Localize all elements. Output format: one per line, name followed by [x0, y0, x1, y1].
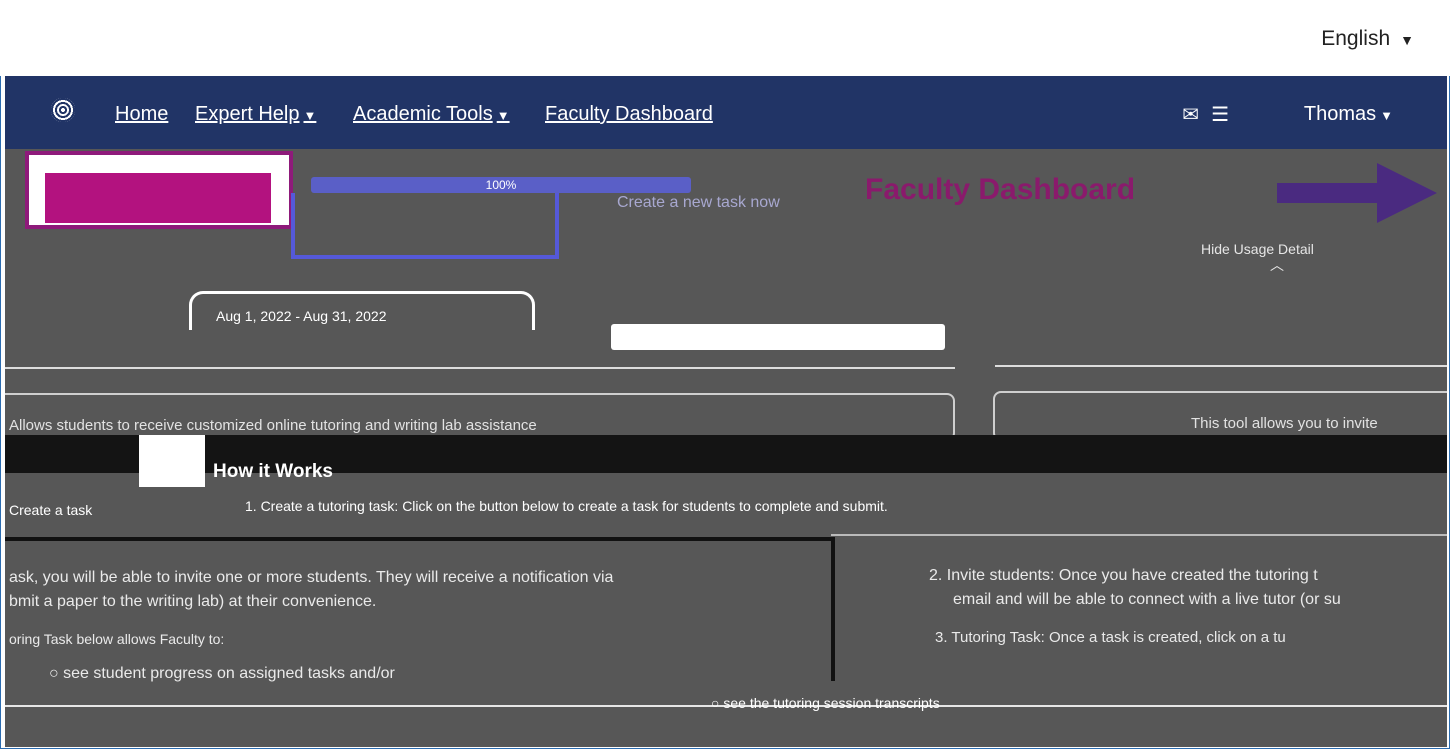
description-line-2: bmit a paper to the writing lab) at thei… — [9, 593, 377, 610]
how-it-works-title: How it Works — [213, 461, 333, 482]
divider — [995, 365, 1447, 367]
chevron-down-icon: ▼ — [496, 108, 510, 123]
step-2-cont: email and will be able to connect with a… — [953, 591, 1341, 608]
language-label: English — [1321, 27, 1391, 50]
language-bar: English ▼ — [0, 0, 1452, 76]
step-1: 1. Create a tutoring task: Click on the … — [245, 498, 888, 514]
language-selector[interactable]: English ▼ — [1321, 27, 1414, 51]
step-2: 2. Invite students: Once you have create… — [929, 567, 1318, 584]
dashboard-area: 100% Create a new task now Faculty Dashb… — [5, 149, 1447, 747]
chevron-down-icon: ▼ — [303, 108, 317, 123]
badge — [45, 173, 271, 223]
divider — [831, 534, 1447, 536]
filter-bar[interactable] — [611, 324, 945, 350]
main-nav: Home Expert Help ▼ Academic Tools ▼ Facult… — [5, 76, 1447, 149]
list-item: ○ see student progress on assigned tasks… — [49, 665, 395, 682]
card-right-text: This tool allows you to invite — [1191, 415, 1378, 432]
page-title: Faculty Dashboard — [865, 173, 1136, 206]
hide-usage-link[interactable]: Hide Usage Detail — [1201, 241, 1314, 257]
band-marker — [139, 435, 205, 487]
nav-academic-tools-label: Academic Tools — [353, 103, 493, 125]
progress-outline — [291, 193, 559, 259]
step-3: 3. Tutoring Task: Once a task is created… — [935, 629, 1286, 646]
chevron-down-icon: ▼ — [1380, 108, 1393, 123]
date-range-picker[interactable]: Aug 1, 2022 - Aug 31, 2022 — [189, 291, 535, 330]
nav-academic-tools[interactable]: Academic Tools ▼ — [353, 103, 510, 126]
arrow-graphic — [1277, 183, 1377, 203]
logo-icon[interactable] — [51, 98, 75, 122]
user-name: Thomas — [1303, 103, 1377, 125]
card-left-text: Allows students to receive customized on… — [9, 417, 537, 434]
date-range-label: Aug 1, 2022 - Aug 31, 2022 — [216, 308, 387, 324]
description-line-3: oring Task below allows Faculty to: — [9, 631, 225, 647]
create-task-button[interactable]: Create a task — [9, 502, 92, 518]
nav-expert-help-label: Expert Help — [195, 103, 300, 125]
list-item-text: see the tutoring session transcripts — [723, 695, 940, 711]
create-task-link[interactable]: Create a new task now — [617, 194, 780, 212]
mail-icon[interactable]: ✉ — [1182, 102, 1199, 127]
chevron-up-icon[interactable]: ︿ — [1270, 255, 1284, 275]
description-line-1: ask, you will be able to invite one or m… — [9, 569, 614, 586]
list-item-text: see student progress on assigned tasks a… — [63, 665, 395, 682]
nav-home[interactable]: Home — [115, 103, 168, 126]
divider — [5, 367, 955, 369]
user-menu[interactable]: Thomas ▼ — [1304, 103, 1393, 126]
list-item: ○ see the tutoring session transcripts — [711, 695, 940, 711]
arrow-head — [1377, 163, 1437, 223]
chevron-down-icon: ▼ — [1400, 32, 1414, 48]
task-list-icon[interactable]: ☰ — [1211, 102, 1229, 127]
nav-faculty-dashboard[interactable]: Faculty Dashboard — [545, 103, 713, 126]
usage-progress-bar: 100% — [311, 177, 691, 193]
nav-expert-help[interactable]: Expert Help ▼ — [195, 103, 316, 126]
